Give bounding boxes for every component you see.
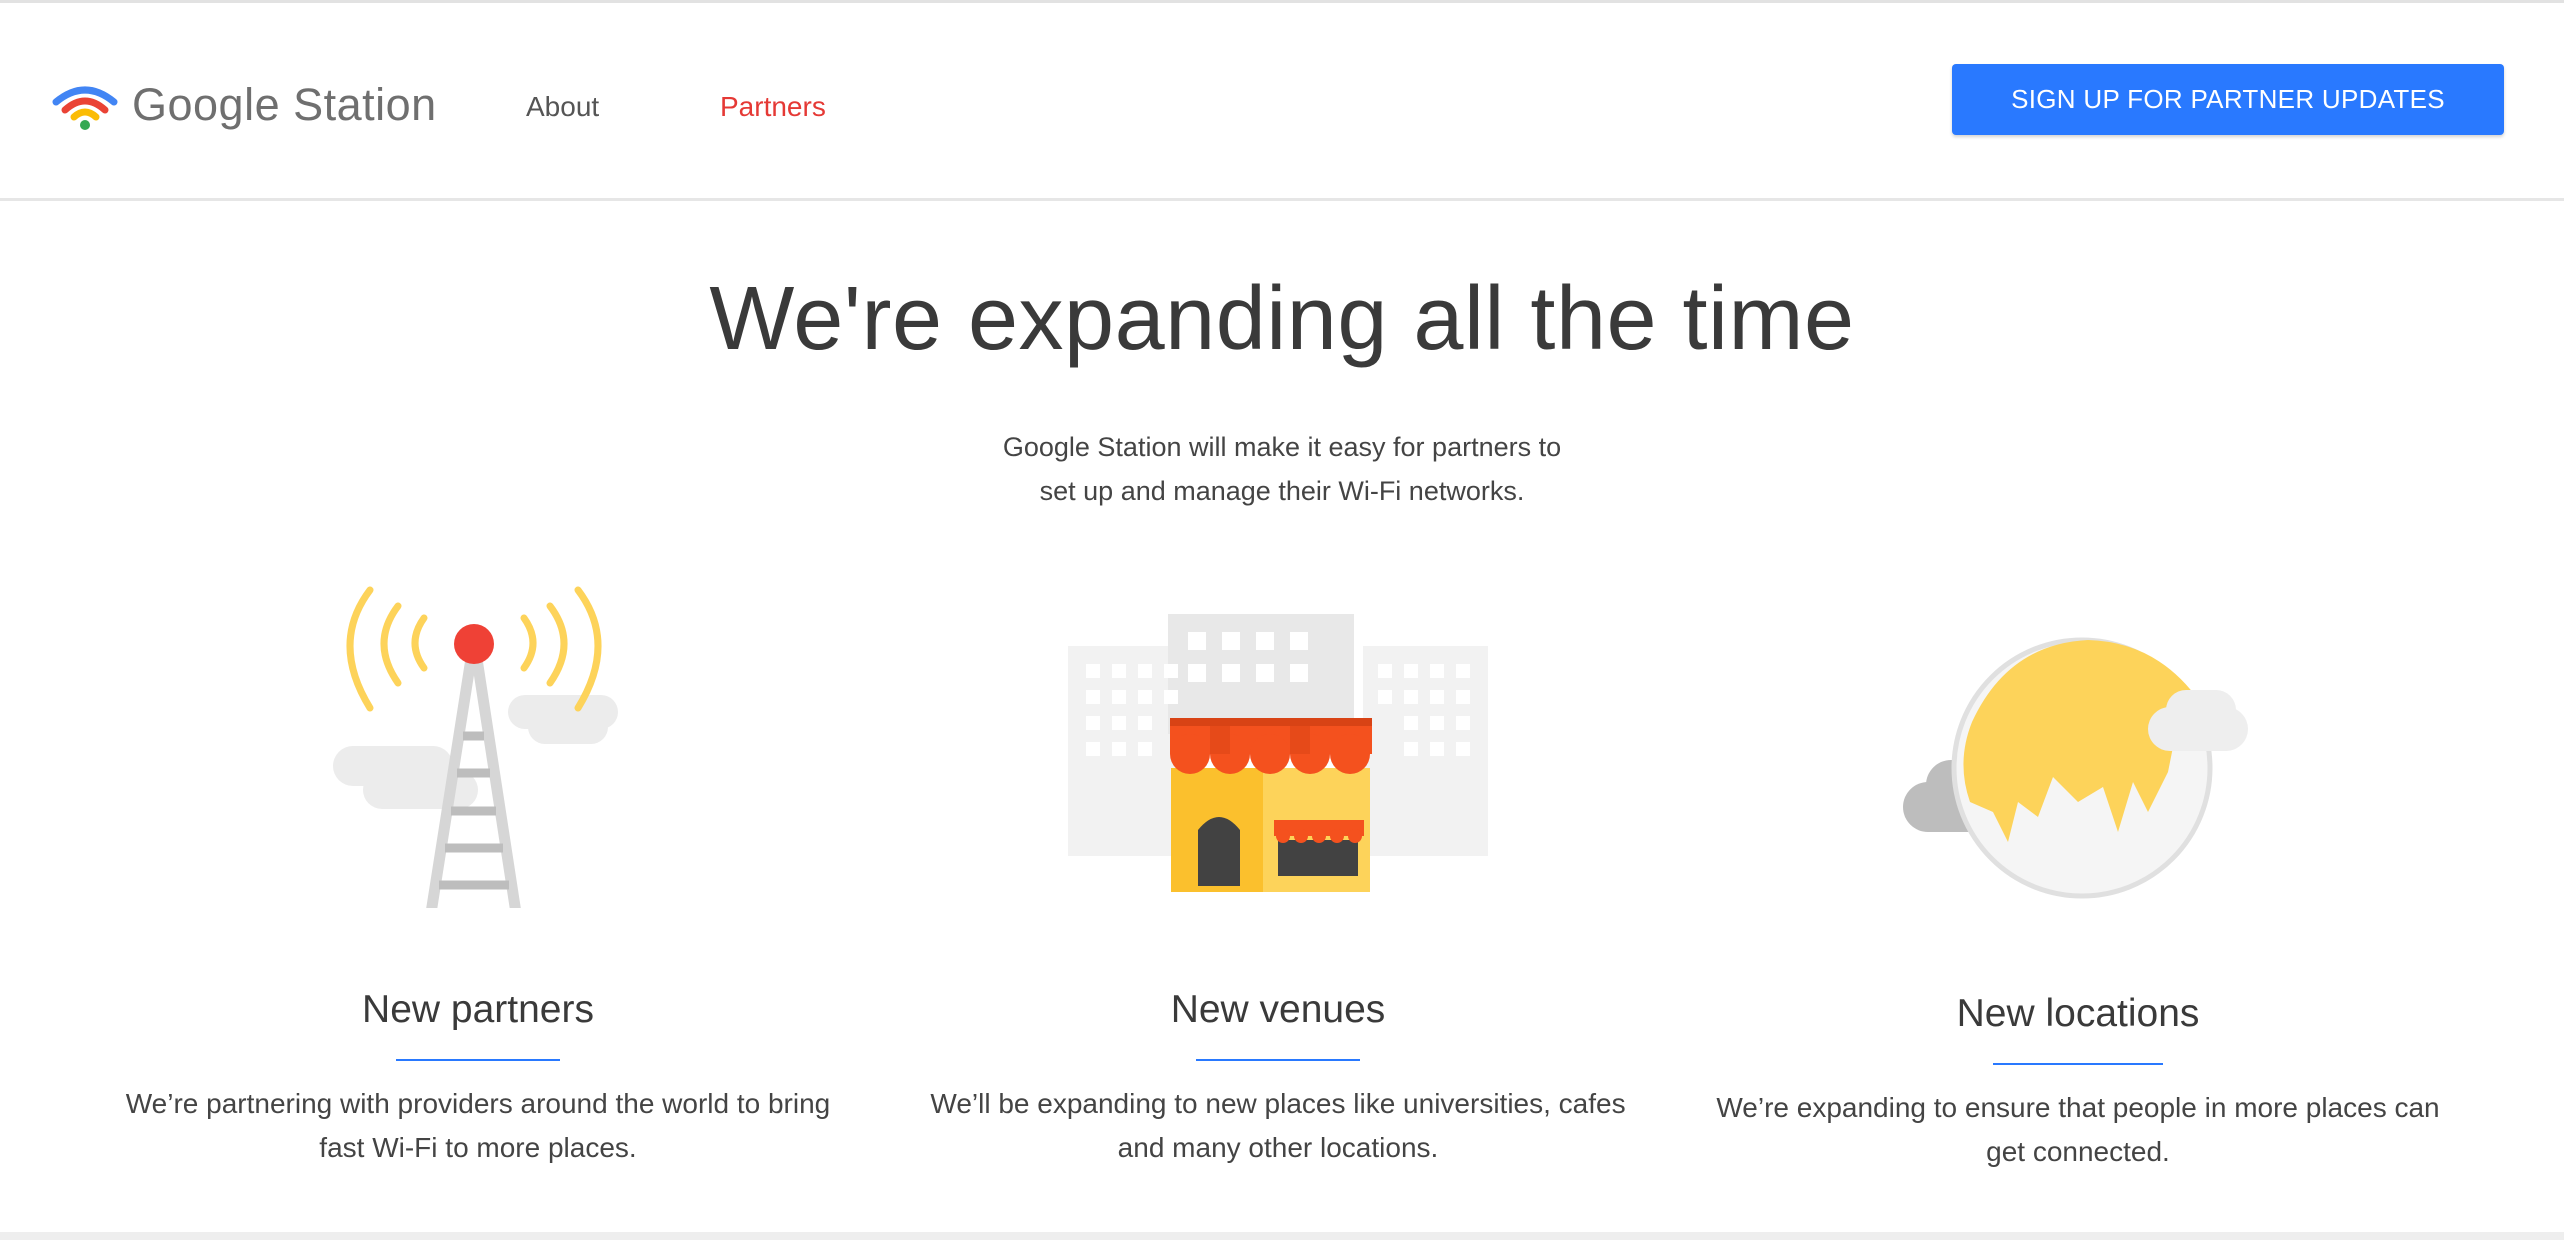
description-line: fast Wi-Fi to more places.	[319, 1132, 637, 1163]
sign-up-partner-updates-button[interactable]: SIGN UP FOR PARTNER UPDATES	[1952, 64, 2504, 135]
wifi-logo-icon	[52, 86, 118, 130]
description-line: and many other locations.	[1117, 1132, 1439, 1163]
title-underline	[1993, 1063, 2163, 1065]
description-line: get connected.	[1986, 1136, 2170, 1167]
radio-tower-icon	[333, 586, 618, 908]
feature-title: New venues	[1170, 988, 1386, 1031]
footer-divider	[0, 1232, 2564, 1240]
feature-description: We’ll be expanding to new places like un…	[908, 1082, 1648, 1170]
title-underline	[1196, 1059, 1360, 1061]
site-header: Google Station About Partners SIGN UP FO…	[0, 3, 2564, 201]
hero-subtitle: Google Station will make it easy for par…	[782, 425, 1782, 513]
description-line: We’re partnering with providers around t…	[125, 1088, 831, 1119]
nav-partners[interactable]: Partners	[720, 91, 826, 123]
description-line: We’re expanding to ensure that people in…	[1716, 1092, 2440, 1123]
hero-subtitle-line: set up and manage their Wi-Fi networks.	[1039, 476, 1525, 506]
page-title: We're expanding all the time	[709, 269, 1855, 369]
feature-new-locations: New locations We’re expanding to ensure …	[1708, 572, 2448, 1192]
logo-text: Google Station	[132, 79, 437, 130]
description-line: We’ll be expanding to new places like un…	[930, 1088, 1626, 1119]
feature-description: We’re partnering with providers around t…	[108, 1082, 848, 1170]
feature-new-partners: New partners We’re partnering with provi…	[108, 568, 848, 1188]
globe-icon	[1903, 637, 2248, 899]
title-underline	[396, 1059, 560, 1061]
feature-title: New partners	[362, 988, 594, 1031]
google-station-logo[interactable]: Google Station	[52, 75, 437, 135]
feature-new-venues: New venues We’ll be expanding to new pla…	[908, 568, 1648, 1188]
hero-subtitle-line: Google Station will make it easy for par…	[1002, 432, 1562, 462]
storefront-icon	[1068, 614, 1488, 892]
nav-about[interactable]: About	[526, 91, 599, 123]
feature-title: New locations	[1956, 992, 2200, 1035]
feature-description: We’re expanding to ensure that people in…	[1708, 1086, 2448, 1174]
